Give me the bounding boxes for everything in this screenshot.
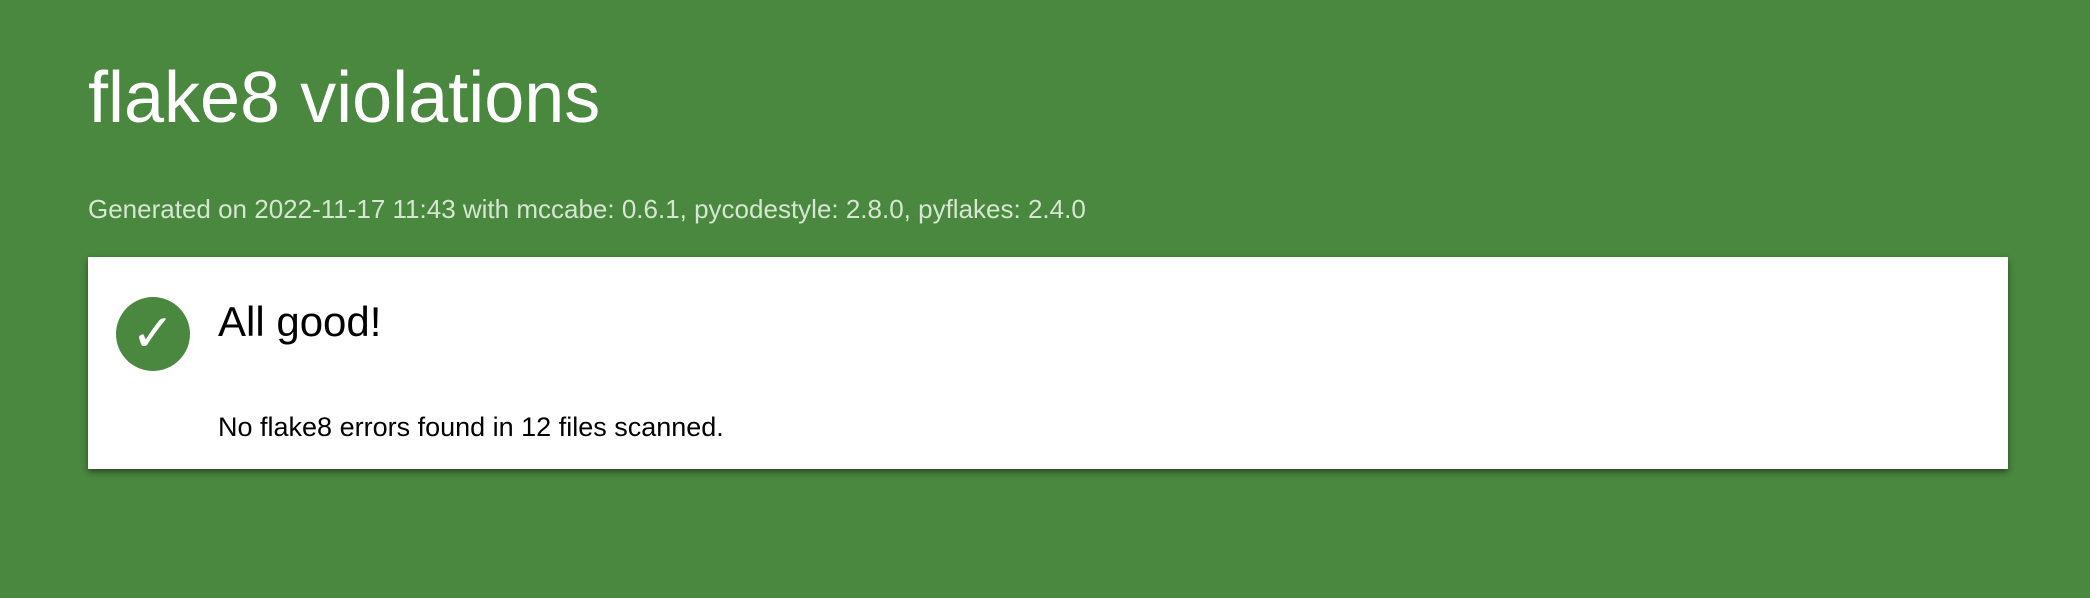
result-card: ✓ All good! No flake8 errors found in 12… xyxy=(88,257,2008,469)
result-message: No flake8 errors found in 12 files scann… xyxy=(218,412,724,442)
result-heading: All good! xyxy=(218,298,382,345)
generated-info: Generated on 2022-11-17 11:43 with mccab… xyxy=(88,194,1086,224)
page-title: flake8 violations xyxy=(88,58,601,138)
check-icon: ✓ xyxy=(116,297,190,371)
